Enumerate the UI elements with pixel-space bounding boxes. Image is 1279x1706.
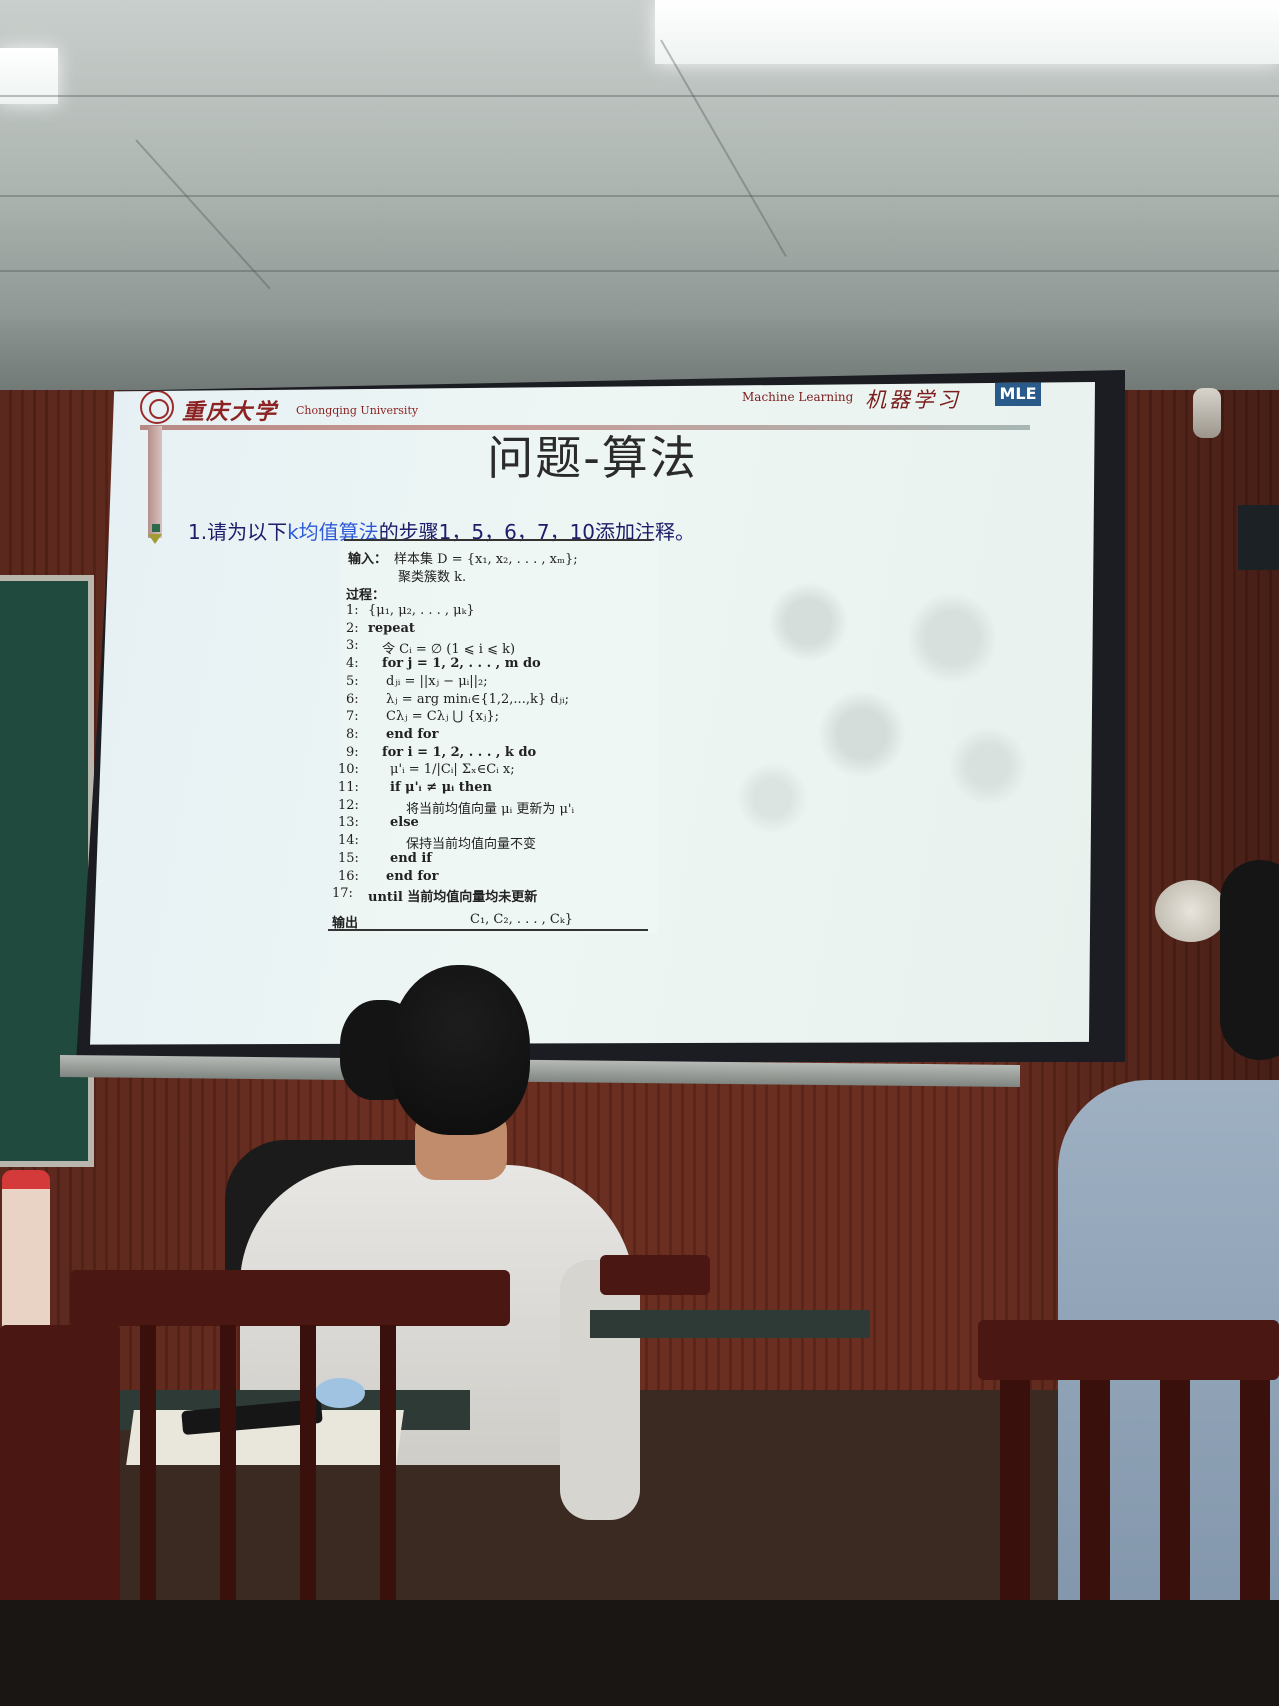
chair-back-right — [978, 1320, 1279, 1380]
ceiling-seam — [0, 270, 1279, 272]
course-logo: MLE — [995, 382, 1041, 406]
course-name-cn: 机器学习 — [865, 388, 961, 412]
algo-step-text: for j = 1, 2, . . . , m do — [382, 656, 541, 672]
algo-input-1: 样本集 D = {x₁, x₂, . . . , xₘ}; — [394, 552, 578, 567]
ceiling-seam — [135, 139, 271, 290]
algo-step-text: end for — [386, 868, 439, 884]
wall-plaque — [1155, 880, 1227, 942]
student-right-head — [1220, 860, 1279, 1060]
computer-mouse — [315, 1378, 365, 1408]
algo-step-number: 16: — [338, 868, 359, 884]
chair-slat — [300, 1325, 316, 1605]
course-name-en: Machine Learning — [742, 390, 854, 404]
floor — [0, 1600, 1279, 1706]
algo-step-text: 令 Cᵢ = ∅ (1 ⩽ i ⩽ k) — [382, 642, 516, 658]
algo-step-number: 12: — [338, 797, 359, 813]
algo-step-number: 1: — [346, 603, 359, 618]
algo-step-number: 10: — [338, 762, 359, 778]
algo-step-number: 13: — [338, 815, 359, 831]
algo-step-number: 8: — [346, 726, 359, 742]
university-emblem-icon — [140, 390, 174, 424]
water-bottle — [2, 1170, 50, 1330]
triangle-marker-icon — [148, 534, 162, 544]
algo-process-label: 过程： — [346, 588, 386, 603]
student-arm — [560, 1260, 640, 1520]
algo-step-text: if μ'ᵢ ≠ μᵢ then — [390, 780, 492, 795]
algo-step-text: Cλⱼ = Cλⱼ ⋃ {xⱼ}; — [386, 709, 500, 725]
algo-step-number: 9: — [346, 744, 359, 760]
chair-back-left — [0, 1325, 120, 1605]
chair-back-mid — [600, 1255, 710, 1295]
algo-step-text: for i = 1, 2, . . . , k do — [382, 744, 537, 760]
question-prefix: 1.请为以下 — [188, 520, 288, 544]
algo-step-number: 5: — [346, 673, 359, 689]
wall-fixture — [1193, 388, 1221, 438]
algo-step-number: 3: — [346, 638, 359, 654]
slide-title: 问题-算法 — [487, 431, 698, 485]
algo-step-text: 将当前均值向量 μᵢ 更新为 μ'ᵢ — [406, 801, 575, 817]
algo-step-number: 6: — [346, 691, 359, 707]
algo-step-number: 7: — [346, 709, 359, 725]
ceiling — [0, 0, 1279, 330]
chair-slat — [140, 1325, 156, 1605]
algorithm-top-rule — [344, 539, 652, 541]
ceiling-seam — [660, 39, 787, 258]
ceiling-seam — [0, 95, 1279, 97]
university-name-en: Chongqing University — [296, 404, 419, 417]
wall-speaker — [1238, 505, 1279, 570]
algo-step-text: else — [390, 815, 419, 831]
algo-step-number: 4: — [346, 656, 359, 672]
algo-step-text: end if — [390, 850, 432, 866]
algo-step-text: λⱼ = arg minᵢ∈{1,2,...,k} dⱼᵢ; — [386, 691, 569, 707]
algo-step-text: 保持当前均值向量不变 — [406, 837, 537, 853]
algo-step-number: 14: — [338, 833, 359, 849]
chair-slat — [1080, 1380, 1110, 1620]
chair-slat — [1000, 1380, 1030, 1620]
chair-slat — [1240, 1380, 1270, 1620]
algo-step-number: 17: — [332, 886, 353, 902]
algo-output-text: C₁, C₂, . . . , Cₖ} — [470, 912, 573, 927]
flower-watermark — [700, 542, 1060, 862]
desk — [590, 1310, 870, 1338]
algo-input-2: 聚类簇数 k. — [398, 570, 467, 585]
algo-step-number: 11: — [338, 780, 359, 795]
algorithm-bottom-rule — [328, 929, 648, 931]
ceiling-seam — [0, 195, 1279, 197]
algo-step-text: until 当前均值向量均未更新 — [368, 890, 538, 906]
algo-step-text: repeat — [368, 620, 415, 636]
algo-step-text: end for — [386, 726, 439, 742]
algo-step-number: 15: — [338, 850, 359, 866]
chair-back — [70, 1270, 510, 1326]
chair-slat — [1160, 1380, 1190, 1620]
algo-input-label: 输入： — [348, 552, 388, 567]
algo-step-text: dⱼᵢ = ||xⱼ − μᵢ||₂; — [386, 673, 488, 689]
blackboard — [0, 575, 94, 1167]
algo-step-number: 2: — [346, 620, 359, 636]
algo-step-text: μ'ᵢ = 1/|Cᵢ| Σₓ∈Cᵢ x; — [390, 762, 515, 778]
projected-slide: 重庆大学 Chongqing University Machine Learni… — [90, 382, 1095, 1045]
chair-slat — [220, 1325, 236, 1605]
algo-step-text: {μ₁, μ₂, . . . , μₖ} — [368, 603, 475, 618]
chair-slat — [380, 1325, 396, 1605]
student-head — [390, 965, 530, 1135]
bullet-icon — [152, 524, 160, 532]
ceiling-light-right — [655, 0, 1279, 64]
